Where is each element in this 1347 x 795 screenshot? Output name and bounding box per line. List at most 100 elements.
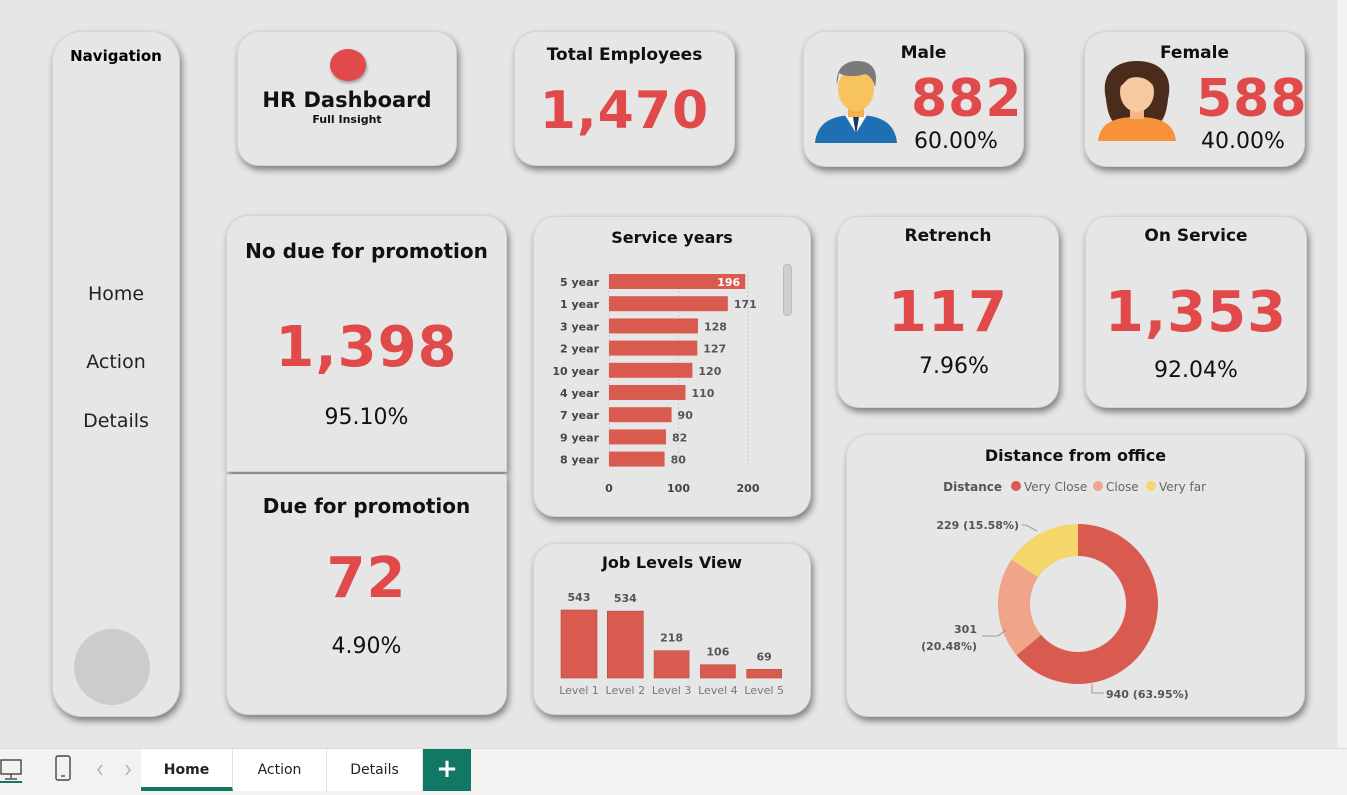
distance-data-label: 940 (63.95%) xyxy=(1106,688,1189,701)
female-value: 588 xyxy=(1196,69,1308,129)
service-years-y-label: 3 year xyxy=(560,320,600,333)
distance-legend-marker xyxy=(1011,481,1021,491)
due-promotion-title: Due for promotion xyxy=(262,494,471,518)
service-years-data-label: 171 xyxy=(734,298,757,311)
distance-data-label: (20.48%) xyxy=(921,640,977,653)
retrench-percent: 7.96% xyxy=(919,354,989,379)
job-levels-data-label: 69 xyxy=(757,650,772,663)
service-years-bar xyxy=(609,385,686,400)
service-years-chart: 0 100 200 5 year 196 1 year 171 3 year 128 2 year… xyxy=(552,271,760,495)
navigation-title: Navigation xyxy=(70,47,162,65)
nav-link-details[interactable]: Details xyxy=(52,410,180,432)
job-levels-x-label: Level 5 xyxy=(744,684,784,697)
navigation-panel: Navigation Home Action Details xyxy=(52,31,180,717)
tab-action[interactable]: Action xyxy=(233,749,327,791)
service-years-card: Service years 0 100 200 5 year 196 1 year 171 3… xyxy=(533,216,811,517)
job-levels-x-label: Level 1 xyxy=(559,684,599,697)
job-levels-x-label: Level 2 xyxy=(606,684,646,697)
job-levels-bar xyxy=(560,609,598,679)
right-scroll-strip xyxy=(1337,0,1347,748)
service-years-data-label: 90 xyxy=(678,409,694,422)
no-due-promotion-percent: 95.10% xyxy=(324,405,409,430)
job-levels-x-label: Level 3 xyxy=(652,684,692,697)
no-due-promotion-card: No due for promotion 1,398 95.10% xyxy=(226,215,507,472)
service-years-data-label: 110 xyxy=(691,387,714,400)
retrench-title: Retrench xyxy=(904,226,992,246)
male-avatar-icon xyxy=(815,61,897,143)
on-service-value: 1,353 xyxy=(1104,280,1288,345)
job-levels-data-label: 543 xyxy=(568,591,591,604)
male-card: Male 882 60.00% xyxy=(803,31,1024,167)
round-button[interactable] xyxy=(74,629,150,705)
distance-data-label: 301 xyxy=(954,623,977,636)
service-years-y-label: 2 year xyxy=(560,343,600,356)
service-years-y-label: 8 year xyxy=(560,454,600,467)
job-levels-bar xyxy=(746,669,782,679)
retrench-value: 117 xyxy=(888,280,1008,345)
brand-logo-dot xyxy=(330,49,366,81)
job-levels-bar xyxy=(607,610,644,679)
job-levels-card: Job Levels View 543 Level 1 534 Level 2 218 L… xyxy=(533,543,811,715)
due-promotion-card: Due for promotion 72 4.90% xyxy=(226,474,507,715)
add-page-button[interactable]: + xyxy=(423,749,471,791)
due-promotion-percent: 4.90% xyxy=(331,634,402,659)
no-due-promotion-title: No due for promotion xyxy=(245,239,488,263)
service-years-bar xyxy=(609,296,728,312)
distance-legend-title: Distance xyxy=(943,480,1002,494)
service-years-y-label: 10 year xyxy=(552,365,599,378)
tab-details[interactable]: Details xyxy=(327,749,423,791)
distance-leader-line xyxy=(1022,524,1038,532)
distance-legend-marker xyxy=(1093,481,1103,491)
service-years-scrollbar[interactable] xyxy=(783,264,792,316)
distance-legend-label: Very far xyxy=(1159,480,1206,494)
service-years-data-label: 128 xyxy=(704,320,727,333)
brand-title: HR Dashboard xyxy=(262,88,432,112)
distance-chart: Distance Very Close Close Very far 940 (63.9… xyxy=(921,480,1206,701)
job-levels-data-label: 106 xyxy=(706,646,729,659)
female-card: Female 588 40.00% xyxy=(1084,31,1308,167)
service-years-bar xyxy=(609,451,665,467)
service-years-data-label: 120 xyxy=(698,365,721,378)
job-levels-data-label: 534 xyxy=(614,592,637,605)
nav-link-action[interactable]: Action xyxy=(52,351,180,373)
job-levels-data-label: 218 xyxy=(660,632,683,645)
chevron-right-icon[interactable] xyxy=(123,763,133,777)
on-service-percent: 92.04% xyxy=(1154,358,1238,383)
service-years-x-tick: 100 xyxy=(667,482,690,495)
service-years-bar xyxy=(609,340,698,356)
mobile-icon[interactable] xyxy=(54,755,72,781)
service-years-bar xyxy=(609,407,672,423)
tab-home[interactable]: Home xyxy=(141,749,233,791)
total-employees-title: Total Employees xyxy=(546,45,703,65)
job-levels-bar xyxy=(653,650,690,679)
service-years-data-label: 80 xyxy=(671,454,687,467)
job-levels-x-label: Level 4 xyxy=(698,684,738,697)
female-percent: 40.00% xyxy=(1201,129,1285,154)
desktop-icon[interactable] xyxy=(0,757,24,783)
service-years-data-label: 196 xyxy=(717,276,740,289)
brand-card: HR Dashboard Full Insight xyxy=(237,31,457,166)
due-promotion-value: 72 xyxy=(326,546,407,611)
distance-legend-marker xyxy=(1146,481,1156,491)
total-employees-card: Total Employees 1,470 xyxy=(514,31,735,166)
service-years-y-label: 4 year xyxy=(560,387,600,400)
service-years-bar xyxy=(609,429,666,445)
service-years-x-tick: 0 xyxy=(605,482,613,495)
no-due-promotion-value: 1,398 xyxy=(275,315,458,380)
nav-link-home[interactable]: Home xyxy=(52,283,180,305)
service-years-y-label: 9 year xyxy=(560,431,600,444)
brand-subtitle: Full Insight xyxy=(312,113,382,126)
distance-card: Distance from office Distance Very Close C… xyxy=(846,434,1305,717)
male-percent: 60.00% xyxy=(914,129,998,154)
retrench-card: Retrench 117 7.96% xyxy=(837,216,1059,408)
service-years-data-label: 82 xyxy=(672,431,687,444)
service-years-y-label: 7 year xyxy=(560,409,600,422)
chevron-left-icon[interactable] xyxy=(95,763,105,777)
service-years-data-label: 127 xyxy=(703,343,726,356)
service-years-bar xyxy=(609,362,693,378)
distance-legend-label: Close xyxy=(1106,480,1139,494)
distance-legend-label: Very Close xyxy=(1024,480,1087,494)
job-levels-bar xyxy=(700,664,736,679)
job-levels-chart: 543 Level 1 534 Level 2 218 Level 3 106 Level 4… xyxy=(559,591,784,697)
male-value: 882 xyxy=(911,69,1023,129)
